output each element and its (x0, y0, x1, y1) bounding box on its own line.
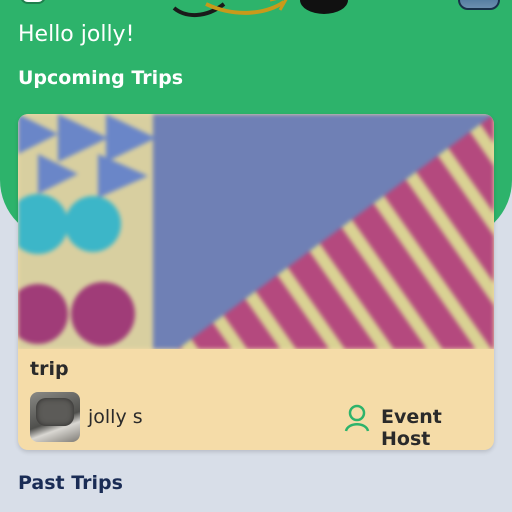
app-logo (172, 0, 348, 17)
past-trips-title: Past Trips (18, 472, 123, 494)
person-icon (344, 404, 370, 432)
greeting: Hello jolly! (18, 22, 135, 47)
trip-title: trip (30, 358, 69, 380)
trip-card[interactable]: trip jolly s Event Host (18, 114, 494, 450)
trip-image (18, 114, 494, 349)
upcoming-trips-title: Upcoming Trips (18, 67, 184, 89)
host-avatar (30, 392, 80, 442)
profile-avatar[interactable] (458, 0, 500, 10)
host-name: jolly s (88, 406, 143, 428)
host-role: Event Host (381, 406, 442, 450)
